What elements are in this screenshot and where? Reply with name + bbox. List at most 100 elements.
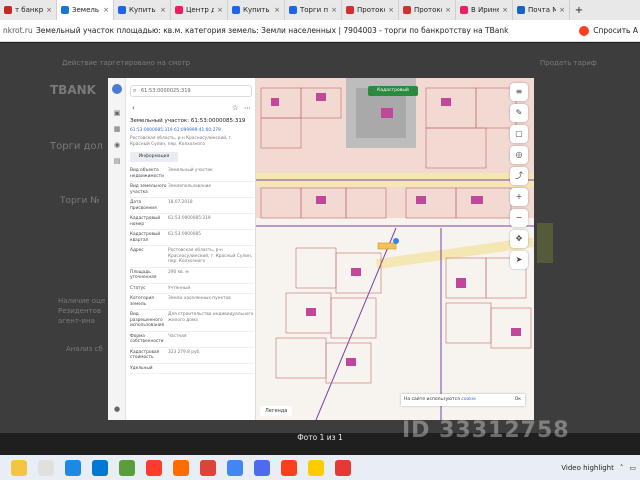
attribute-value: Частная xyxy=(168,333,187,339)
tab-favicon-icon xyxy=(61,6,69,14)
tab-favicon-icon xyxy=(346,6,354,14)
photo-counter: Фото 1 из 1 xyxy=(297,433,343,442)
taskbar-app-icon[interactable] xyxy=(335,459,351,476)
attribute-key: Вид объекта недвижимости xyxy=(130,168,164,179)
ask-button[interactable]: Спросить A xyxy=(593,26,638,35)
taskbar-app-icon[interactable] xyxy=(227,459,243,476)
attribute-key: Адрес xyxy=(130,248,144,253)
back-icon[interactable]: ‹ xyxy=(132,104,135,112)
attribute-row: Вид объекта недвижимости Земельный участо… xyxy=(130,166,254,182)
attribute-row: Удельный xyxy=(130,364,254,374)
attribute-row: Кадастровый номер 61:53:0000085:319 xyxy=(130,214,254,230)
tab-label: Протокол xyxy=(357,6,385,14)
attribute-key: Площадь уточненная xyxy=(130,269,157,281)
attribute-key: Кадастровый номер xyxy=(130,216,161,227)
photo-viewer[interactable]: ▣ ▦ ◉ ▤ ● ⌕ 61:53:0000025:319 ‹ ☆ ⋯ Земе… xyxy=(108,78,534,420)
attribute-key: Кадастровый квартал xyxy=(130,232,161,243)
taskbar-app-icon[interactable] xyxy=(173,459,189,476)
attribute-row: Вид земельного участка Землепользование xyxy=(130,182,254,198)
move-icon[interactable]: ✥ xyxy=(510,230,528,248)
legend-button[interactable]: Легенда xyxy=(260,406,293,416)
close-tab-icon[interactable]: × xyxy=(217,6,223,14)
video-highlight-label[interactable]: Video highlight xyxy=(561,464,614,472)
taskbar-app-icon[interactable] xyxy=(200,459,216,476)
share-icon[interactable]: ⤴ xyxy=(510,167,528,185)
close-tab-icon[interactable]: × xyxy=(274,6,280,14)
taskbar: Video highlight ˄ ▭ xyxy=(0,455,640,480)
tab-information[interactable]: Информация xyxy=(130,152,178,162)
cookie-link[interactable]: cookie xyxy=(461,397,476,402)
browser-tab[interactable]: Почта Ма× xyxy=(513,0,570,20)
new-tab-button[interactable]: + xyxy=(570,5,588,16)
cadastral-line[interactable]: 61:53:0000085:319 61:099999:41:00:279 xyxy=(130,128,221,133)
tab-favicon-icon xyxy=(175,6,183,14)
zoom-in-icon[interactable]: + xyxy=(510,188,528,206)
camera-icon[interactable]: ◎ xyxy=(510,146,528,164)
zoom-out-icon[interactable]: − xyxy=(510,209,528,227)
cookie-text: На сайте используются xyxy=(404,397,460,402)
browser-tab[interactable]: Купить Зе× xyxy=(114,0,171,20)
map-canvas xyxy=(256,78,534,420)
bg-text: Резидентов xyxy=(58,307,102,315)
browser-tab[interactable]: Протокол× xyxy=(399,0,456,20)
tab-favicon-icon xyxy=(118,6,126,14)
close-tab-icon[interactable]: × xyxy=(559,6,565,14)
chevron-up-icon[interactable]: ˄ xyxy=(620,464,624,472)
layers-icon[interactable]: ▣ xyxy=(112,108,122,118)
taskbar-app-icon[interactable] xyxy=(119,459,135,476)
close-tab-icon[interactable]: × xyxy=(160,6,166,14)
taskbar-app-icon[interactable] xyxy=(65,459,81,476)
taskbar-app-icon[interactable] xyxy=(254,459,270,476)
grid-icon[interactable]: ▦ xyxy=(112,124,122,134)
close-tab-icon[interactable]: × xyxy=(445,6,451,14)
bookmark-icon[interactable]: ◉ xyxy=(112,140,122,150)
close-tab-icon[interactable]: × xyxy=(388,6,394,14)
close-tab-icon[interactable]: × xyxy=(46,6,52,14)
taskbar-app-icon[interactable] xyxy=(11,459,27,476)
selected-parcel[interactable] xyxy=(377,242,397,250)
tab-label: Земель xyxy=(72,6,99,14)
attribute-value: 323 279.8 руб. xyxy=(168,349,201,355)
map-mode-chip[interactable]: Кадастровый xyxy=(368,86,418,96)
bg-text: Продать тариф xyxy=(540,59,597,67)
close-tab-icon[interactable]: × xyxy=(103,6,109,14)
page-title: Земельный участок площадью: кв.м. катего… xyxy=(36,26,509,35)
attribute-value: 18.07.2018 xyxy=(168,200,193,205)
browser-tab[interactable]: Протокол× xyxy=(342,0,399,20)
cookie-ok-button[interactable]: Ок xyxy=(515,394,521,406)
bg-text: агент-ина xyxy=(58,317,95,325)
close-tab-icon[interactable]: × xyxy=(331,6,337,14)
attribute-key: Статус xyxy=(130,285,146,291)
taskbar-app-icon[interactable] xyxy=(92,459,108,476)
browser-tab[interactable]: т банкрот× xyxy=(0,0,57,20)
ruler-icon[interactable]: ▤ xyxy=(112,156,122,166)
tab-label: Протокол xyxy=(414,6,442,14)
browser-tab[interactable]: Торги по б× xyxy=(285,0,342,20)
search-value: 61:53:0000025:319 xyxy=(141,88,191,94)
browser-tab[interactable]: В Ирине о× xyxy=(456,0,513,20)
taskbar-app-icon[interactable] xyxy=(146,459,162,476)
print-icon[interactable]: ▢ xyxy=(510,125,528,143)
layers-icon[interactable]: ≡ xyxy=(510,83,528,101)
network-icon[interactable]: ▭ xyxy=(629,464,636,472)
attribute-row: Форма собственности Частная xyxy=(130,332,254,348)
navigate-icon[interactable]: ➤ xyxy=(510,251,528,269)
browser-tab[interactable]: Земель × xyxy=(57,0,114,20)
tab-favicon-icon xyxy=(517,6,525,14)
cadastral-map[interactable]: Кадастровый ≡ ✎ ▢ ◎ ⤴ + − ✥ ➤ Легенда На… xyxy=(256,78,534,420)
cadastral-search-input[interactable]: ⌕ 61:53:0000025:319 xyxy=(130,85,252,97)
user-icon[interactable]: ● xyxy=(112,404,122,414)
taskbar-app-icon[interactable] xyxy=(281,459,297,476)
browser-tab-bar: т банкрот×Земель×Купить Зе×Центр ди×Купи… xyxy=(0,0,640,20)
attribute-table: Вид объекта недвижимости Земельный участо… xyxy=(130,166,254,374)
close-tab-icon[interactable]: × xyxy=(502,6,508,14)
share-icon[interactable]: ⋯ xyxy=(244,104,251,112)
edit-icon[interactable]: ✎ xyxy=(510,104,528,122)
browser-tab[interactable]: Купить Зе× xyxy=(228,0,285,20)
browser-tab[interactable]: Центр ди× xyxy=(171,0,228,20)
star-icon[interactable]: ☆ xyxy=(232,104,238,112)
taskbar-app-icon[interactable] xyxy=(38,459,54,476)
address-bar[interactable]: nkrot.ru Земельный участок площадью: кв.… xyxy=(0,20,640,42)
attribute-key: Вид разрешенного использования xyxy=(130,312,165,328)
taskbar-app-icon[interactable] xyxy=(308,459,324,476)
